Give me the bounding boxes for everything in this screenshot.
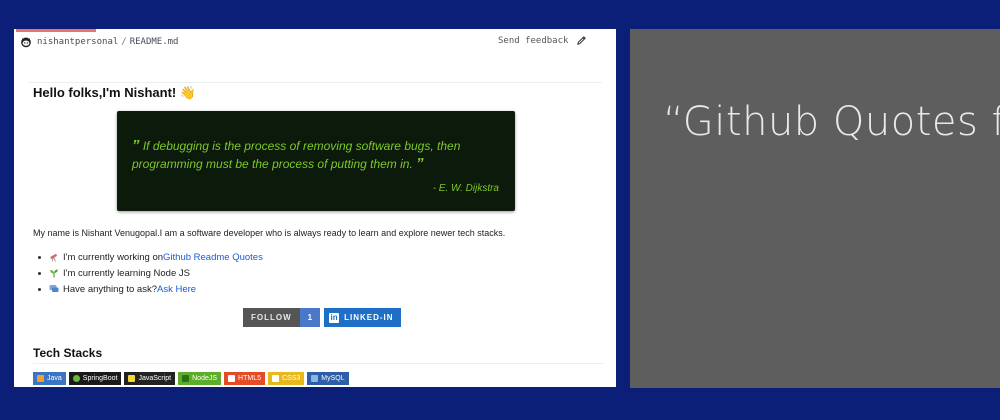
- quote-author: - E. W. Dijkstra: [432, 183, 499, 194]
- github-readme-quotes-link[interactable]: Github Readme Quotes: [163, 252, 263, 263]
- list-item: I'm currently learning Node JS: [38, 265, 263, 281]
- tech-badge-label: JavaScript: [138, 375, 172, 382]
- follow-label: FOLLOW: [243, 308, 300, 327]
- linkedin-label: LINKED-IN: [344, 313, 394, 322]
- readme-content: Hello folks,I'm Nishant! 👋 ” If debuggin…: [14, 29, 616, 387]
- slide-panel: “Github Quotes fo: [630, 29, 1000, 388]
- speech-bubble-icon: [49, 285, 59, 292]
- tech-badge-label: MySQL: [321, 375, 345, 382]
- telescope-icon: [50, 254, 57, 262]
- tech-badge-nodejs[interactable]: NodeJS: [178, 372, 222, 385]
- quote-card: ” If debugging is the process of removin…: [117, 111, 515, 211]
- java-icon: [37, 375, 44, 382]
- tech-badge-label: SpringBoot: [82, 375, 118, 382]
- tech-badge-mysql[interactable]: MySQL: [307, 372, 349, 385]
- html5-icon: [228, 375, 236, 382]
- bullet-dot: [38, 255, 41, 259]
- linkedin-badge[interactable]: in LINKED-IN: [324, 308, 401, 327]
- follow-badge[interactable]: FOLLOW 1: [243, 308, 321, 327]
- bullet-text: Have anything to ask?: [63, 283, 158, 295]
- follow-count: 1: [299, 308, 321, 327]
- tech-badge-label: NodeJS: [192, 375, 218, 382]
- quote-open-mark: ”: [132, 137, 140, 154]
- ask-here-link[interactable]: Ask Here: [157, 284, 196, 295]
- list-item: Have anything to ask? Ask Here: [38, 281, 263, 297]
- tech-stacks-heading: Tech Stacks: [33, 346, 103, 360]
- tech-badge-springboot[interactable]: SpringBoot: [68, 372, 122, 385]
- bullet-dot: [38, 287, 41, 291]
- nodejs-icon: [182, 375, 190, 382]
- intro-paragraph: My name is Nishant Venugopal.I am a soft…: [33, 228, 506, 238]
- tech-badge-label: Java: [47, 375, 62, 382]
- tech-badge-javascript[interactable]: JavaScript: [124, 372, 176, 385]
- social-badges: FOLLOW 1 in LINKED-IN: [243, 308, 401, 327]
- bullet-text: I'm currently learning Node JS: [63, 267, 190, 279]
- quote-text-block: ” If debugging is the process of removin…: [132, 137, 502, 173]
- tech-badge-label: CSS3: [281, 375, 301, 382]
- quote-text: If debugging is the process of removing …: [132, 139, 461, 171]
- tech-badge-css3[interactable]: CSS3: [267, 372, 305, 385]
- list-item: I'm currently working on Github Readme Q…: [38, 249, 263, 265]
- tech-badge-label: HTML5: [238, 375, 261, 382]
- spring-icon: [72, 375, 80, 382]
- seedling-icon: [50, 269, 58, 278]
- bullet-list: I'm currently working on Github Readme Q…: [38, 249, 263, 297]
- linkedin-icon: in: [329, 312, 340, 323]
- css3-icon: [271, 375, 279, 382]
- bullet-text: I'm currently working on: [63, 251, 164, 263]
- quote-close-mark: ”: [416, 155, 424, 172]
- bullet-dot: [38, 271, 41, 275]
- tech-badge-java[interactable]: Java: [33, 372, 66, 385]
- page-title: Hello folks,I'm Nishant! 👋: [33, 85, 197, 100]
- tech-badge-row: Java SpringBoot JavaScript NodeJS HTML5 …: [33, 372, 352, 385]
- mysql-icon: [311, 375, 319, 382]
- tech-badge-html5[interactable]: HTML5: [224, 372, 265, 385]
- javascript-icon: [128, 375, 136, 382]
- section-divider: [33, 363, 603, 364]
- slide-title: “Github Quotes fo: [663, 99, 1000, 145]
